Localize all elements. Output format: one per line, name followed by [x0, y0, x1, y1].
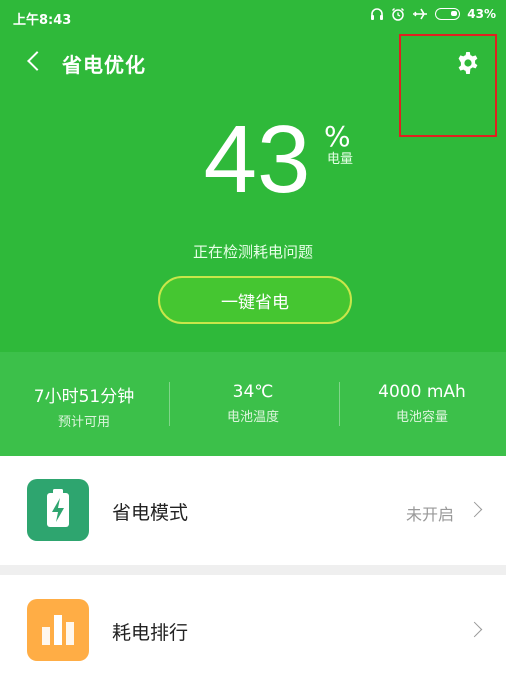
status-icons: 43%: [370, 7, 496, 21]
battery-level-label: 电量: [327, 152, 354, 167]
battery-icon: [435, 8, 461, 20]
alarm-icon: [392, 8, 405, 21]
list-item-title: 省电模式: [112, 502, 189, 524]
stat-value: 7小时51分钟: [33, 387, 135, 407]
stat-value: 4000 mAh: [378, 382, 466, 402]
stat-temperature: 34℃ 电池温度: [169, 382, 337, 425]
section-gap: [0, 565, 506, 575]
stat-label: 预计可用: [57, 415, 110, 430]
stat-capacity: 4000 mAh 电池容量: [338, 382, 506, 425]
airplane-icon: [413, 8, 428, 20]
status-battery-percent: 43%: [467, 7, 496, 21]
list-item-battery-saver[interactable]: 省电模式 未开启: [0, 456, 506, 566]
settings-highlight-box: [399, 34, 497, 137]
chevron-right-icon: [466, 621, 483, 638]
battery-level: 43: [203, 106, 311, 213]
page-title: 省电优化: [62, 53, 146, 77]
one-tap-optimize-button[interactable]: 一键省电: [158, 276, 352, 324]
stat-label: 电池温度: [226, 410, 279, 425]
usage-ranking-icon: [27, 599, 89, 661]
back-icon[interactable]: [27, 51, 47, 71]
stat-value: 34℃: [232, 382, 274, 402]
stat-label: 电池容量: [395, 410, 448, 425]
list-item-title: 耗电排行: [112, 622, 189, 644]
list-item-status: 未开启: [405, 505, 454, 524]
headphones-icon: [371, 8, 384, 20]
chevron-right-icon: [466, 501, 483, 518]
list-item-usage-ranking[interactable]: 耗电排行: [0, 575, 506, 685]
status-time: 上午8:43: [13, 13, 72, 28]
status-bar: 上午8:43 43%: [0, 0, 506, 34]
battery-stats: 7小时51分钟 预计可用 34℃ 电池温度 4000 mAh 电池容量: [0, 352, 506, 456]
checking-status: 正在检测耗电问题: [192, 243, 313, 261]
battery-saver-icon: [27, 479, 89, 541]
stat-remaining-time: 7小时51分钟 预计可用: [0, 382, 168, 430]
